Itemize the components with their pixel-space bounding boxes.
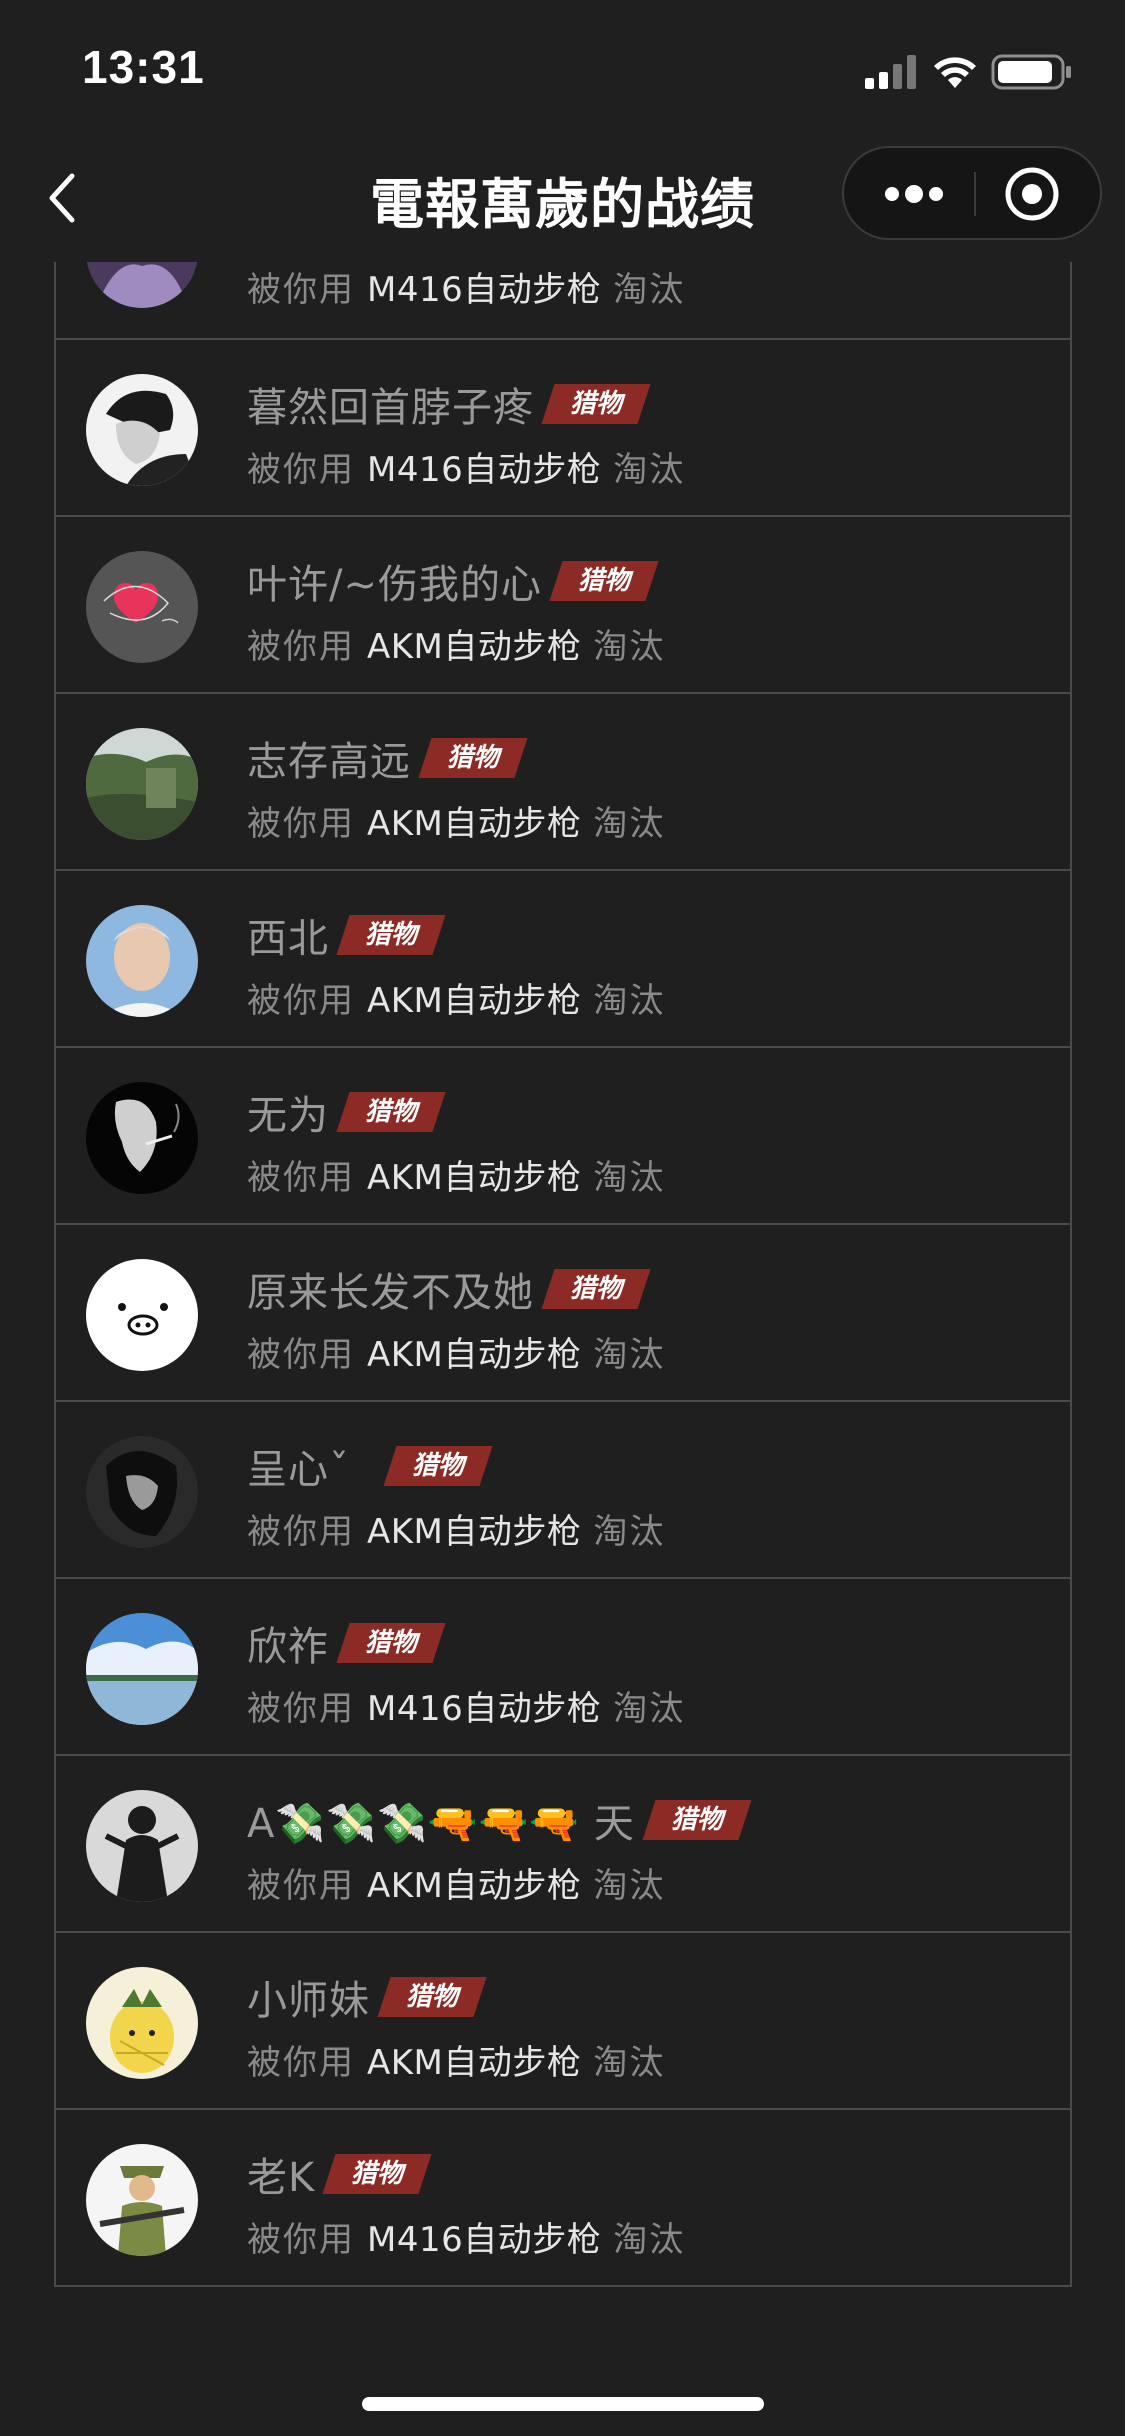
weapon-name: AKM自动步枪 [367, 981, 582, 1021]
list-item[interactable]: A💸💸💸🔫🔫🔫 天 猎物 被你用 AKM自动步枪 淘汰 [56, 1754, 1070, 1931]
nav-bar: 電報萬歲的战绩 [0, 132, 1125, 262]
player-name: 老K [247, 2155, 316, 2201]
kill-description: 被你用 AKM自动步枪 淘汰 [247, 2043, 666, 2083]
kill-description: 被你用 M416自动步枪 淘汰 [247, 450, 686, 490]
kill-description: 被你用 AKM自动步枪 淘汰 [247, 981, 666, 1021]
avatar [86, 1259, 198, 1371]
weapon-name: AKM自动步枪 [367, 1335, 582, 1375]
weapon-name: M416自动步枪 [367, 270, 602, 310]
kill-description: 被你用 M416自动步枪 淘汰 [247, 270, 686, 310]
prey-tag: 猎物 [541, 1269, 651, 1309]
avatar [86, 2144, 198, 2256]
kill-list: 被你用 M416自动步枪 淘汰 暮然回首脖子疼 猎物 被你用 M416自动步枪 淘汰 [54, 262, 1072, 2287]
avatar [86, 262, 198, 308]
capsule-menu [842, 146, 1102, 240]
weapon-name: M416自动步枪 [367, 1689, 602, 1729]
avatar [86, 374, 198, 486]
player-name: 小师妹 [247, 1978, 370, 2024]
list-item[interactable]: 暮然回首脖子疼 猎物 被你用 M416自动步枪 淘汰 [56, 338, 1070, 515]
weapon-name: AKM自动步枪 [367, 1158, 582, 1198]
avatar [86, 1436, 198, 1548]
more-dots-icon [885, 185, 943, 203]
weapon-name: AKM自动步枪 [367, 1512, 582, 1552]
prey-tag: 猎物 [322, 2154, 432, 2194]
kill-description: 被你用 AKM自动步枪 淘汰 [247, 1335, 666, 1375]
list-item[interactable]: 西北 猎物 被你用 AKM自动步枪 淘汰 [56, 869, 1070, 1046]
player-name: A💸💸💸🔫🔫🔫 天 [247, 1801, 635, 1847]
home-indicator[interactable] [362, 2397, 764, 2411]
player-name: 呈心ˇ [247, 1447, 350, 1493]
prey-tag: 猎物 [336, 1623, 446, 1663]
kill-description: 被你用 AKM自动步枪 淘汰 [247, 1512, 666, 1552]
prey-tag: 猎物 [377, 1977, 487, 2017]
prey-tag: 猎物 [418, 738, 528, 778]
list-item[interactable]: 叶许/~伤我的心 猎物 被你用 AKM自动步枪 淘汰 [56, 515, 1070, 692]
kill-description: 被你用 M416自动步枪 淘汰 [247, 2220, 686, 2260]
player-name: 暮然回首脖子疼 [247, 385, 534, 431]
avatar [86, 551, 198, 663]
prey-tag: 猎物 [383, 1446, 493, 1486]
weapon-name: AKM自动步枪 [367, 804, 582, 844]
more-button[interactable] [864, 164, 964, 224]
list-item[interactable]: 欣祚 猎物 被你用 M416自动步枪 淘汰 [56, 1577, 1070, 1754]
capsule-divider [974, 172, 976, 216]
avatar [86, 1613, 198, 1725]
wifi-icon [934, 57, 976, 88]
weapon-name: M416自动步枪 [367, 2220, 602, 2260]
avatar [86, 905, 198, 1017]
player-name: 欣祚 [247, 1624, 329, 1670]
avatar [86, 1967, 198, 2079]
list-item[interactable]: 志存高远 猎物 被你用 AKM自动步枪 淘汰 [56, 692, 1070, 869]
list-item[interactable]: 呈心ˇ 猎物 被你用 AKM自动步枪 淘汰 [56, 1400, 1070, 1577]
prey-tag: 猎物 [541, 384, 651, 424]
prey-tag: 猎物 [549, 561, 659, 601]
kill-description: 被你用 M416自动步枪 淘汰 [247, 1689, 686, 1729]
avatar [86, 1790, 198, 1902]
player-name: 西北 [247, 916, 329, 962]
prey-tag: 猎物 [642, 1800, 752, 1840]
list-item[interactable]: 老K 猎物 被你用 M416自动步枪 淘汰 [56, 2108, 1070, 2285]
weapon-name: AKM自动步枪 [367, 2043, 582, 2083]
target-icon [1005, 167, 1059, 221]
kill-description: 被你用 AKM自动步枪 淘汰 [247, 1866, 666, 1906]
player-name: 无为 [247, 1093, 329, 1139]
cellular-signal-icon [865, 55, 916, 89]
list-item[interactable]: 小师妹 猎物 被你用 AKM自动步枪 淘汰 [56, 1931, 1070, 2108]
kill-description: 被你用 AKM自动步枪 淘汰 [247, 1158, 666, 1198]
status-icons [865, 52, 1085, 92]
list-item[interactable]: 无为 猎物 被你用 AKM自动步枪 淘汰 [56, 1046, 1070, 1223]
close-miniprogram-button[interactable] [992, 160, 1072, 228]
kill-description: 被你用 AKM自动步枪 淘汰 [247, 627, 666, 667]
battery-icon [991, 54, 1071, 90]
weapon-name: AKM自动步枪 [367, 627, 582, 667]
avatar [86, 1082, 198, 1194]
prey-tag: 猎物 [336, 1092, 446, 1132]
avatar [86, 728, 198, 840]
weapon-name: M416自动步枪 [367, 450, 602, 490]
list-item[interactable]: 被你用 M416自动步枪 淘汰 [56, 262, 1070, 338]
weapon-name: AKM自动步枪 [367, 1866, 582, 1906]
player-name: 叶许/~伤我的心 [247, 562, 542, 608]
player-name: 志存高远 [247, 739, 411, 785]
list-item[interactable]: 原来长发不及她 猎物 被你用 AKM自动步枪 淘汰 [56, 1223, 1070, 1400]
status-time: 13:31 [82, 41, 205, 93]
status-bar: 13:31 [0, 0, 1125, 132]
kill-description: 被你用 AKM自动步枪 淘汰 [247, 804, 666, 844]
player-name: 原来长发不及她 [247, 1270, 534, 1316]
prey-tag: 猎物 [336, 915, 446, 955]
